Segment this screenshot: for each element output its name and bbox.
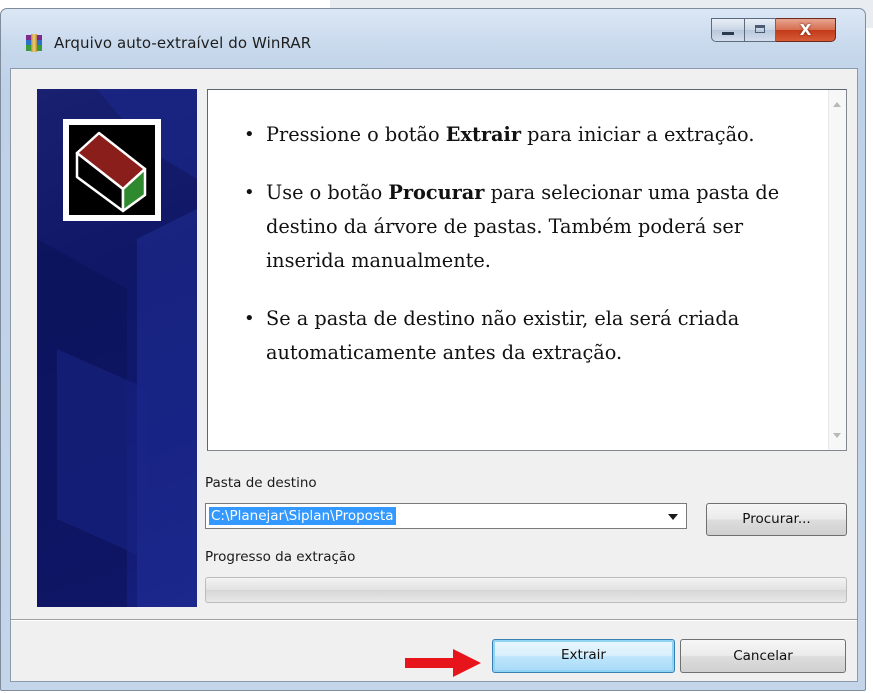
close-icon: X [799,21,812,39]
minimize-icon [722,32,734,35]
cancel-button[interactable]: Cancelar [680,639,846,673]
extraction-progress-bar [205,577,847,603]
instructions-list: Pressione o botão Extrair para iniciar a… [244,118,796,394]
destination-combobox[interactable]: C:\Planejar\Siplan\Proposta [205,503,687,529]
red-arrow-annotation [405,649,481,677]
caption-buttons: X [711,18,836,44]
instructions-scrollbar[interactable] [828,90,846,450]
scroll-up-icon[interactable] [833,102,841,107]
instruction-item: Pressione o botão Extrair para iniciar a… [244,118,796,152]
winrar-sfx-window: Arquivo auto-extraível do WinRAR X • Pre… [0,0,873,693]
instruction-item: Use o botão Procurar para selecionar uma… [244,176,796,278]
maximize-button[interactable] [744,18,776,42]
title-bar[interactable]: Arquivo auto-extraível do WinRAR X [0,8,866,68]
banner-logo-background [69,125,155,215]
dropdown-arrow-icon[interactable] [668,514,678,520]
destination-path-value[interactable]: C:\Planejar\Siplan\Proposta [209,507,396,525]
progress-label: Progresso da extração [205,549,356,565]
dialog-client-area: Pressione o botão Extrair para iniciar a… [10,68,858,682]
winrar-book-logo [75,131,147,213]
banner-logo [63,119,161,221]
close-button[interactable]: X [776,18,836,42]
browse-button[interactable]: Procurar... [706,503,847,536]
scroll-down-icon[interactable] [833,433,841,438]
winrar-banner [37,89,197,607]
instruction-item: Se a pasta de destino não existir, ela s… [244,302,796,370]
window-title: Arquivo auto-extraível do WinRAR [54,34,312,52]
maximize-icon [755,25,765,33]
winrar-icon [26,34,42,52]
extract-button[interactable]: Extrair [492,639,675,673]
button-separator [11,619,857,621]
instructions-panel[interactable]: Pressione o botão Extrair para iniciar a… [207,89,847,451]
minimize-button[interactable] [711,18,744,42]
destination-label: Pasta de destino [205,475,317,491]
